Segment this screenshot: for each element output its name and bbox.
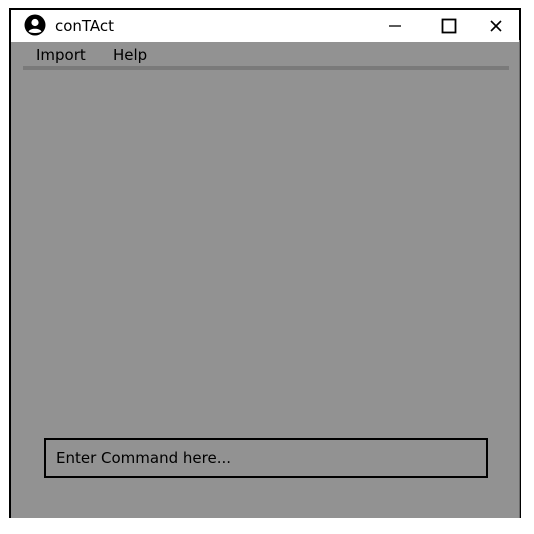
minimize-icon: [389, 25, 401, 27]
menu-divider: [23, 66, 509, 70]
command-input[interactable]: [44, 438, 488, 478]
close-button[interactable]: [484, 14, 508, 38]
maximize-icon: [441, 18, 457, 34]
window-right-edge: [519, 40, 520, 518]
close-icon: [490, 20, 502, 32]
menu-item-import[interactable]: Import: [36, 46, 86, 64]
minimize-button[interactable]: [383, 14, 407, 38]
maximize-button[interactable]: [437, 14, 461, 38]
menu-item-help[interactable]: Help: [113, 46, 147, 64]
title-bar[interactable]: conTAct: [11, 10, 519, 42]
window-title: conTAct: [55, 17, 115, 35]
menu-bar: Import Help: [11, 42, 519, 68]
app-window: conTAct Import Help: [9, 8, 521, 518]
user-circle-icon: [24, 14, 46, 36]
